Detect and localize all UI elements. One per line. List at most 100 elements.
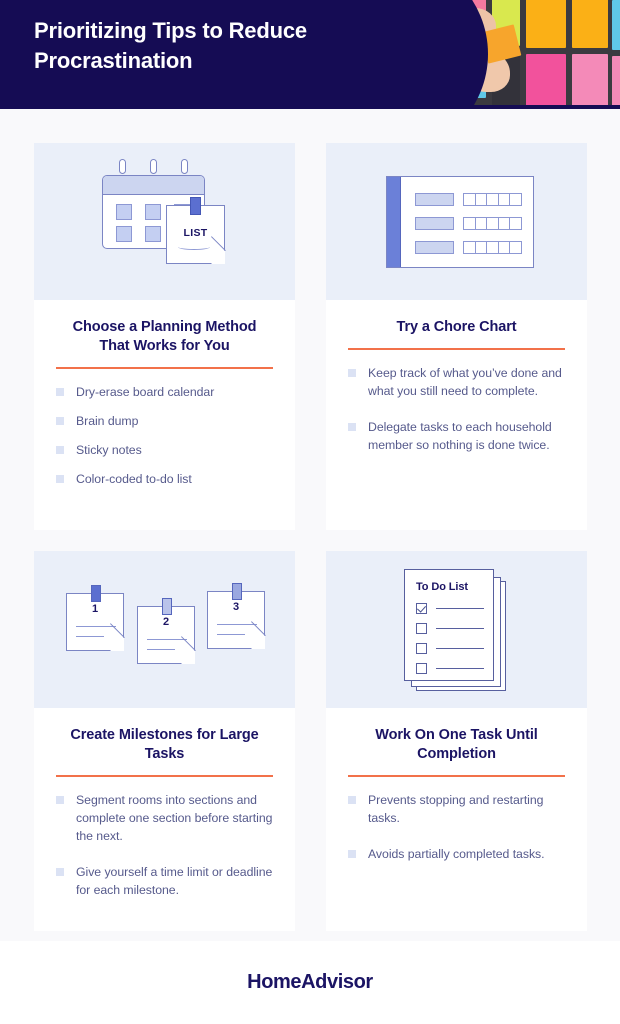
list-item: Prevents stopping and restarting tasks. <box>348 791 565 827</box>
bullet-list: Segment rooms into sections and complete… <box>56 791 273 899</box>
note-tab-icon <box>162 598 172 615</box>
card-title: Work On One Task Until Completion <box>375 727 538 762</box>
chart-side-bar <box>387 177 401 267</box>
list-item: Color-coded to-do list <box>56 470 273 488</box>
todo-line <box>436 627 484 630</box>
list-item: Avoids partially completed tasks. <box>348 845 565 863</box>
note-line <box>76 626 116 628</box>
sticky-note <box>526 54 566 105</box>
calendar-cell <box>116 226 132 242</box>
tip-card-planning-method: LIST Choose a Planning Method That Works… <box>34 143 295 530</box>
list-item-text: Brain dump <box>76 413 139 428</box>
note-tab-icon <box>91 585 101 602</box>
icon-panel: LIST <box>34 143 295 300</box>
chart-cell <box>509 241 522 254</box>
note-fold-corner <box>211 250 225 264</box>
note-fold-corner <box>251 635 265 649</box>
todo-row <box>416 623 484 634</box>
photo-inner <box>384 0 620 105</box>
bullet-square-icon <box>348 795 356 804</box>
card-body: Create Milestones for Large Tasks Segmen… <box>34 708 295 899</box>
tip-card-create-milestones: 1 2 3 Create Milestones for Large Tasks … <box>34 551 295 931</box>
title-divider <box>56 367 273 369</box>
icon-panel: To Do List <box>326 551 587 708</box>
list-item-text: Delegate tasks to each household member … <box>368 419 552 452</box>
todo-row <box>416 603 484 614</box>
bullet-square-icon <box>56 445 64 454</box>
note-line <box>217 634 245 636</box>
note-fold-line <box>109 623 125 638</box>
note-underline <box>178 244 210 250</box>
checkbox-icon[interactable] <box>416 643 427 654</box>
to-do-list-stack-icon: To Do List <box>404 569 514 691</box>
chart-board <box>386 176 534 268</box>
infographic-header: Prioritizing Tips to Reduce Procrastinat… <box>0 0 620 109</box>
numbered-note: 2 <box>137 598 196 664</box>
note-fold-line <box>180 636 196 651</box>
sticky-note <box>612 0 620 50</box>
note-tab-icon <box>232 583 242 600</box>
list-item: Keep track of what you’ve done and what … <box>348 364 565 400</box>
chart-cell-row <box>463 217 522 230</box>
calendar-cell <box>145 204 161 220</box>
todo-list-title: To Do List <box>416 581 468 593</box>
chart-row-label <box>415 241 454 254</box>
list-item: Sticky notes <box>56 441 273 459</box>
note-tab-icon <box>190 197 201 215</box>
note-number: 1 <box>91 603 99 615</box>
title-divider <box>348 348 565 350</box>
card-body: Try a Chore Chart Keep track of what you… <box>326 300 587 454</box>
chart-cell <box>509 217 522 230</box>
bullet-square-icon <box>56 474 64 483</box>
numbered-note: 1 <box>66 585 125 651</box>
todo-row <box>416 643 484 654</box>
checkbox-icon[interactable] <box>416 663 427 674</box>
bullet-list: Keep track of what you’ve done and what … <box>348 364 565 454</box>
checkbox-checked-icon[interactable] <box>416 603 427 614</box>
photo-curve-mask-bottom <box>384 102 392 105</box>
note-line <box>147 649 175 651</box>
bullet-square-icon <box>56 795 64 804</box>
note-fold-corner <box>181 650 195 664</box>
list-item-text: Color-coded to-do list <box>76 471 192 486</box>
tip-card-one-task-until-completion: To Do List Work On One Task Until Comple… <box>326 551 587 931</box>
list-item-text: Avoids partially completed tasks. <box>368 846 545 861</box>
bullet-square-icon <box>56 867 64 876</box>
header-photo <box>384 0 620 105</box>
checkbox-icon[interactable] <box>416 623 427 634</box>
bullet-square-icon <box>348 422 356 431</box>
chart-cell <box>509 193 522 206</box>
tips-grid: LIST Choose a Planning Method That Works… <box>0 109 620 941</box>
chart-cell-row <box>463 241 522 254</box>
bullet-square-icon <box>348 368 356 377</box>
note-line <box>147 639 187 641</box>
list-item-text: Give yourself a time limit or deadline f… <box>76 864 273 897</box>
list-item-text: Dry-erase board calendar <box>76 384 215 399</box>
tip-card-chore-chart: Try a Chore Chart Keep track of what you… <box>326 143 587 530</box>
note-fold-line <box>250 621 266 636</box>
page-title: Prioritizing Tips to Reduce Procrastinat… <box>34 18 307 73</box>
list-item-text: Segment rooms into sections and complete… <box>76 792 273 843</box>
numbered-sticky-notes-icon: 1 2 3 <box>54 581 279 681</box>
list-item: Segment rooms into sections and complete… <box>56 791 273 845</box>
card-body: Choose a Planning Method That Works for … <box>34 300 295 488</box>
sticky-note <box>572 54 608 105</box>
title-divider <box>56 775 273 777</box>
list-item: Dry-erase board calendar <box>56 383 273 401</box>
list-item-text: Keep track of what you’ve done and what … <box>368 365 562 398</box>
icon-panel: 1 2 3 <box>34 551 295 708</box>
calendar-header <box>103 176 204 195</box>
card-title: Try a Chore Chart <box>396 319 517 335</box>
todo-line <box>436 647 484 650</box>
card-title: Choose a Planning Method That Works for … <box>72 319 257 354</box>
bullet-square-icon <box>348 849 356 858</box>
calendar-ring-icon <box>119 159 126 174</box>
list-item-text: Prevents stopping and restarting tasks. <box>368 792 544 825</box>
list-sticky-note: LIST <box>166 197 226 264</box>
note-line <box>76 636 104 638</box>
bullet-list: Prevents stopping and restarting tasks. … <box>348 791 565 863</box>
list-item: Brain dump <box>56 412 273 430</box>
numbered-note: 3 <box>207 583 266 649</box>
list-note-label: LIST <box>183 227 208 239</box>
bullet-square-icon <box>56 416 64 425</box>
